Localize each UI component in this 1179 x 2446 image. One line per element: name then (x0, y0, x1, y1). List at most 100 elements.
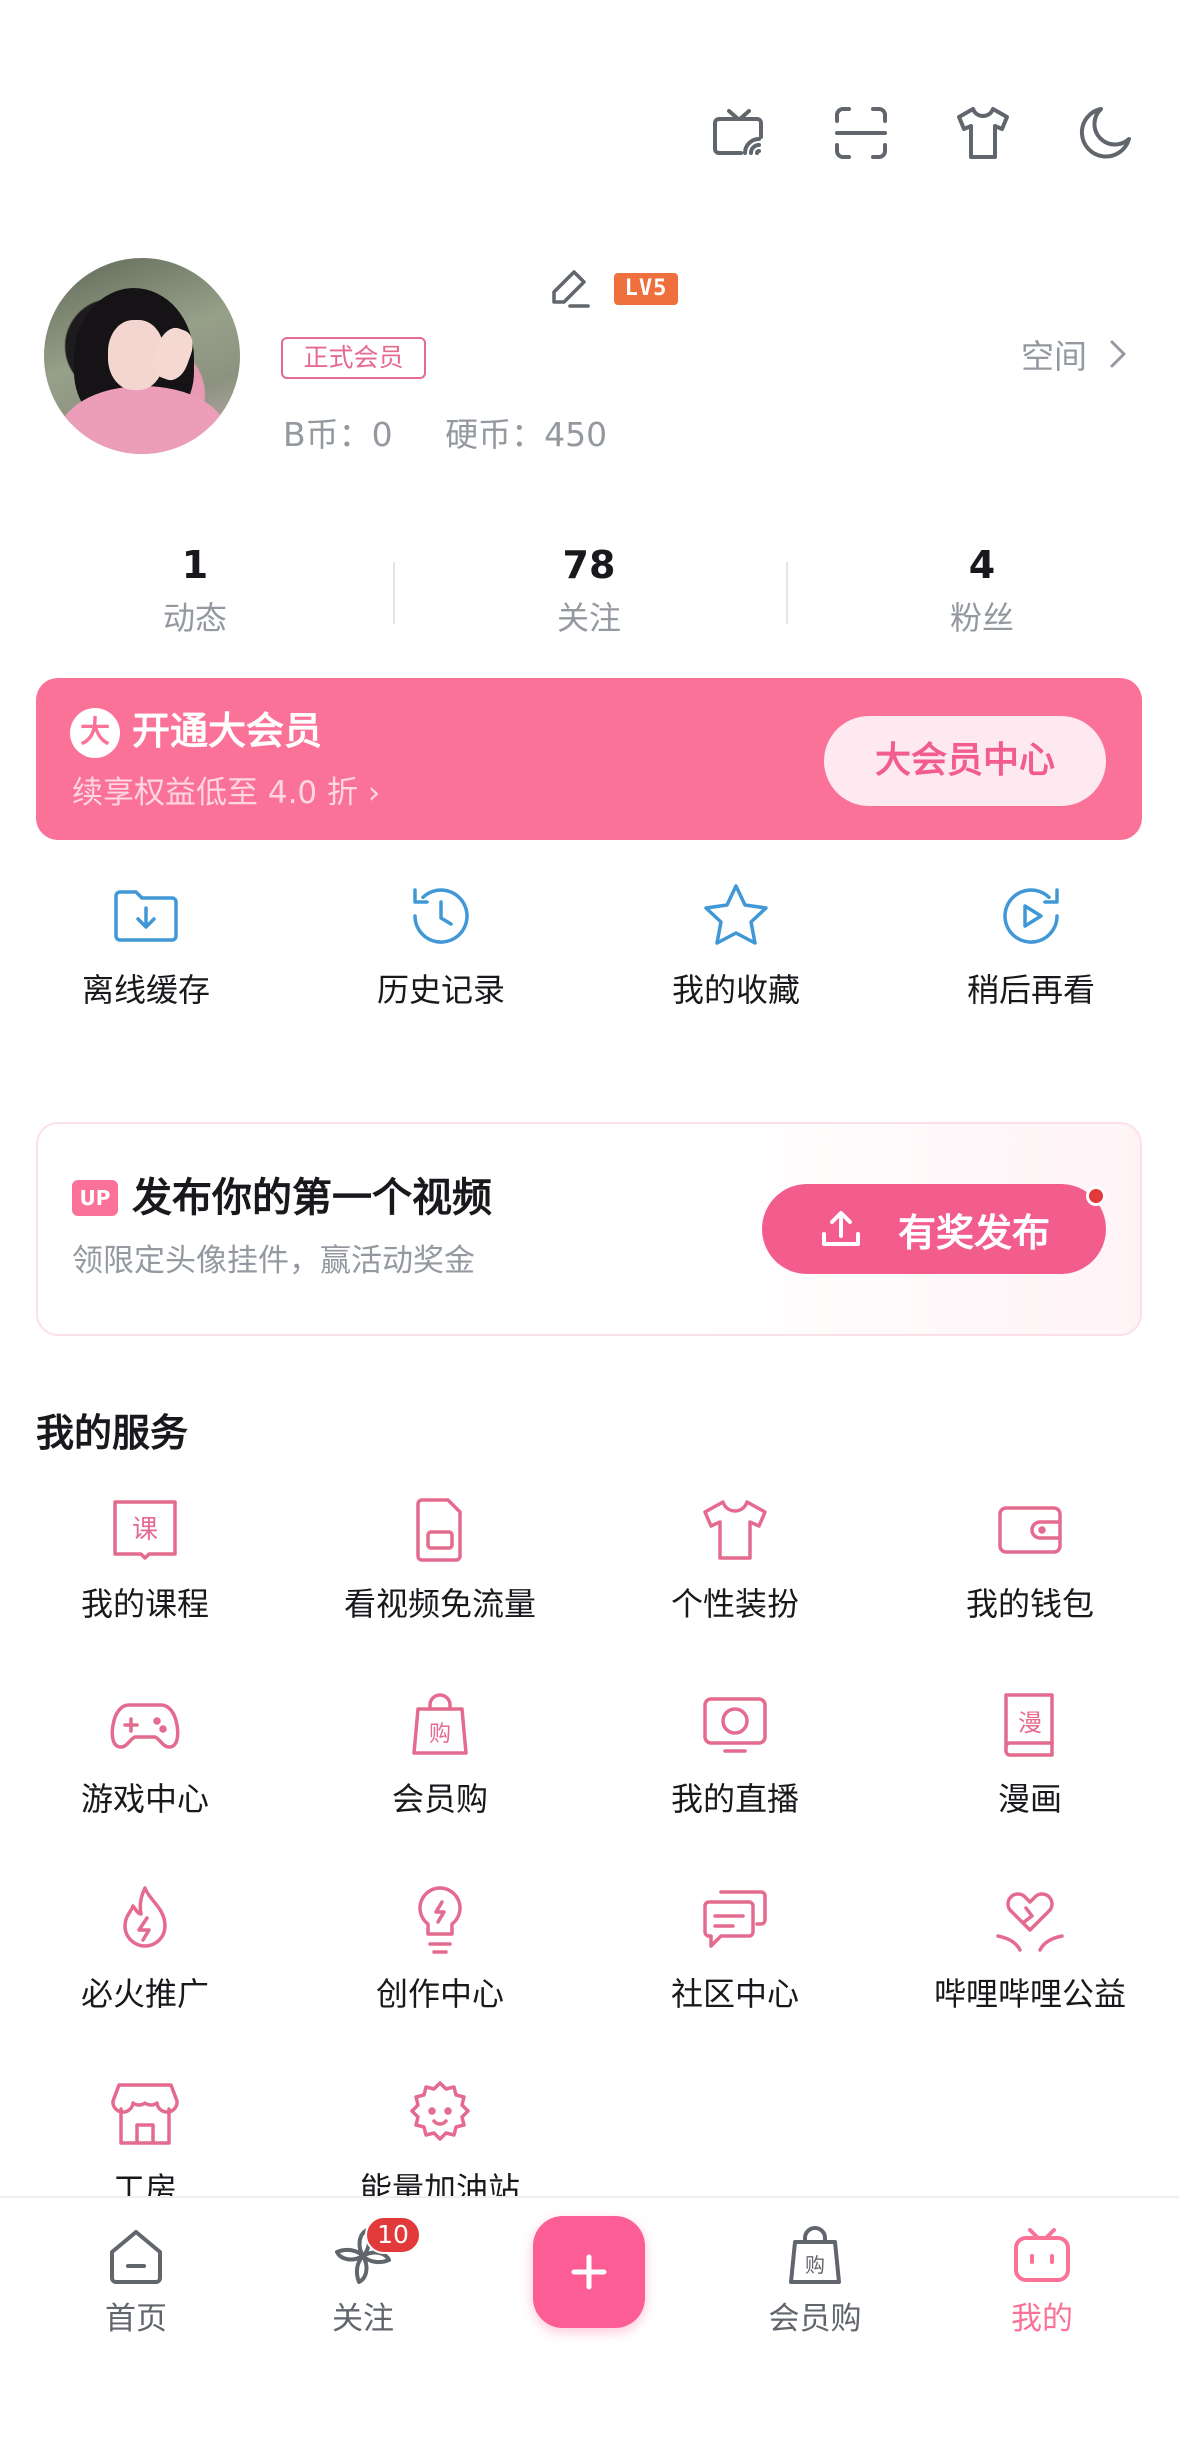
night-mode-moon-icon[interactable] (1070, 98, 1140, 168)
service-label: 哔哩哔哩公益 (933, 1975, 1126, 2013)
comic-book-icon: 漫 (1004, 1693, 1054, 1757)
fire-icon (123, 1886, 167, 1948)
upload-promo-card[interactable]: UP 发布你的第一个视频 领限定头像挂件，赢活动奖金 有奖发布 (36, 1122, 1142, 1336)
history-clock-icon (413, 888, 469, 944)
service-my-live[interactable]: 我的直播 (590, 1685, 880, 1821)
service-label: 必火推广 (80, 1975, 209, 2013)
nav-following[interactable]: 10 关注 (283, 2216, 443, 2340)
nav-home[interactable]: 首页 (56, 2222, 216, 2340)
stat-fans[interactable]: 4 粉丝 (862, 540, 1102, 640)
service-label: 我的课程 (80, 1585, 209, 1623)
service-label: 我的直播 (670, 1780, 799, 1818)
services-title: 我的服务 (36, 1411, 189, 1455)
cast-tv-icon[interactable] (704, 98, 774, 168)
stat-label: 动态 (162, 599, 227, 637)
stat-label: 关注 (556, 599, 621, 637)
star-icon (704, 884, 768, 945)
quick-action-label: 我的收藏 (671, 971, 800, 1009)
quick-action-label: 历史记录 (376, 971, 505, 1009)
scan-icon[interactable] (826, 98, 896, 168)
quick-action-favorites[interactable]: 我的收藏 (626, 878, 846, 1012)
shop-icon (111, 2083, 179, 2145)
watch-later-icon (1003, 888, 1059, 944)
upload-subtitle: 领限定头像挂件，赢活动奖金 (72, 1243, 475, 1279)
vip-title: 开通大会员 (132, 709, 323, 753)
course-book-icon: 课 (113, 1500, 177, 1560)
upload-icon (821, 1211, 860, 1246)
service-label: 创作中心 (375, 1975, 504, 2013)
service-promotion[interactable]: 必火推广 (0, 1880, 290, 2016)
tshirt-icon (703, 1500, 767, 1560)
notification-dot (1086, 1186, 1106, 1206)
service-course[interactable]: 课 我的课程 (0, 1490, 290, 1626)
space-label: 空间 (1021, 337, 1087, 376)
service-community[interactable]: 社区中心 (590, 1880, 880, 2016)
stat-dynamics[interactable]: 1 动态 (75, 540, 315, 640)
svg-text:课: 课 (132, 1515, 158, 1545)
bottom-nav: 首页 10 关注 购 会员购 我的 (0, 2196, 1179, 2446)
vip-center-button[interactable]: 大会员中心 (824, 716, 1106, 806)
publish-plus-button[interactable] (533, 2216, 645, 2328)
service-label: 游戏中心 (80, 1780, 209, 1818)
quick-action-label: 离线缓存 (81, 971, 210, 1009)
coins-info: B币：0 硬币：450 (283, 415, 608, 454)
space-link[interactable]: 空间 (1021, 330, 1135, 378)
chat-bubbles-icon (703, 1890, 767, 1948)
svg-text:购: 购 (429, 1722, 451, 1747)
service-member-shop[interactable]: 购 会员购 (295, 1685, 585, 1821)
quick-action-history[interactable]: 历史记录 (331, 878, 551, 1012)
download-folder-icon (114, 890, 178, 942)
vip-banner[interactable]: 大 开通大会员 续享权益低至 4.0 折 › 大会员中心 (36, 678, 1142, 840)
stat-divider (393, 562, 395, 624)
tshirt-icon[interactable] (948, 98, 1018, 168)
quick-action-offline[interactable]: 离线缓存 (36, 878, 256, 1012)
plus-icon (571, 2254, 607, 2290)
nav-label: 我的 (1011, 2301, 1073, 2337)
stat-label: 粉丝 (949, 599, 1014, 637)
vip-subtitle: 续享权益低至 4.0 折 › (72, 775, 381, 811)
service-free-traffic[interactable]: 看视频免流量 (295, 1490, 585, 1626)
service-energy-station[interactable]: 能量加油站 (295, 2075, 585, 2211)
service-comic[interactable]: 漫 漫画 (885, 1685, 1175, 1821)
svg-text:购: 购 (805, 2253, 825, 2277)
gamepad-icon (110, 1703, 180, 1749)
stat-value: 78 (562, 543, 616, 587)
service-label: 社区中心 (670, 1975, 799, 2013)
stat-divider (786, 562, 788, 624)
quick-action-watch-later[interactable]: 稍后再看 (921, 878, 1141, 1012)
energy-flower-icon (410, 2081, 470, 2141)
quick-action-label: 稍后再看 (966, 971, 1095, 1009)
live-tv-icon (703, 1697, 767, 1753)
nav-label: 会员购 (768, 2301, 862, 2337)
upload-button-label: 有奖发布 (897, 1210, 1050, 1255)
service-label: 漫画 (997, 1780, 1062, 1818)
service-game-center[interactable]: 游戏中心 (0, 1685, 290, 1821)
service-wallet[interactable]: 我的钱包 (885, 1490, 1175, 1626)
nav-label: 首页 (105, 2301, 167, 2337)
notification-badge: 10 (365, 2216, 421, 2254)
service-charity[interactable]: 哔哩哔哩公益 (885, 1880, 1175, 2016)
service-label: 看视频免流量 (343, 1585, 536, 1623)
nav-label: 关注 (332, 2301, 394, 2337)
stat-value: 4 (968, 543, 996, 587)
member-tag[interactable]: 正式会员 (281, 337, 426, 379)
service-dress-up[interactable]: 个性装扮 (590, 1490, 880, 1626)
nav-member-shop[interactable]: 购 会员购 (735, 2222, 895, 2340)
service-label: 会员购 (391, 1780, 488, 1818)
avatar[interactable] (44, 258, 240, 454)
level-badge: LV5 (614, 273, 678, 305)
up-tag: UP (72, 1180, 118, 1216)
vip-logo-icon: 大 (70, 708, 120, 758)
edit-pencil-icon[interactable] (544, 262, 596, 314)
home-icon (110, 2230, 162, 2284)
lightbulb-icon (418, 1886, 462, 1954)
upload-button[interactable]: 有奖发布 (762, 1184, 1106, 1274)
service-creation[interactable]: 创作中心 (295, 1880, 585, 2016)
nav-mine[interactable]: 我的 (962, 2222, 1122, 2340)
service-label: 我的钱包 (965, 1585, 1094, 1623)
shopping-bag-icon: 购 (789, 2226, 841, 2284)
stat-following[interactable]: 78 关注 (469, 540, 709, 640)
svg-text:漫: 漫 (1018, 1709, 1042, 1737)
service-workshop[interactable]: 工房 (0, 2075, 290, 2211)
stat-value: 1 (181, 543, 209, 587)
